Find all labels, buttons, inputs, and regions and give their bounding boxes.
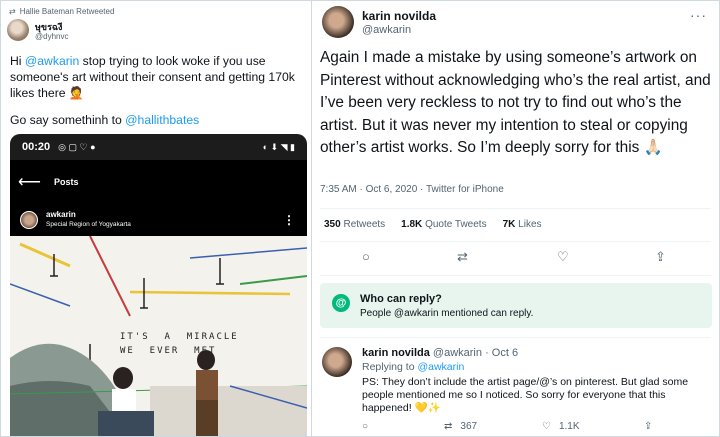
author-name[interactable]: karin novilda [362,9,436,23]
retweet-icon[interactable]: ⇄ [457,249,468,265]
avatar[interactable] [7,19,29,41]
retweet-icon: ⇄ [9,6,16,16]
post-username: awkarin [46,210,76,219]
retweet-header: ⇄ Hallie Bateman Retweeted [9,5,114,17]
back-arrow-icon: ⟵ [18,174,41,191]
reply-author-line: karin novilda @awkarin · Oct 6 [362,347,518,359]
reply-date: · Oct 6 [485,347,519,359]
tweet-actions: ○ ⇄ ♡ ⇪ [312,249,719,269]
divider [320,337,711,338]
like-icon[interactable]: ♡ [557,249,569,265]
more-icon[interactable]: ··· [690,7,707,23]
likes-label: Likes [518,219,542,230]
phone-nav-bar: ⟵ Posts [10,160,307,204]
author-handle[interactable]: @dyhnvc [35,32,68,41]
reply-icon[interactable]: ○ [362,421,368,432]
embedded-screenshot[interactable]: 00:20 ◎ ▢ ♡ ● ◐ ⬇ ◥ ▮ ⟵ Posts awkarin Sp… [10,134,307,436]
share-icon[interactable]: ⇪ [655,249,666,265]
reply-author-name[interactable]: karin novilda [362,347,430,359]
likes-stat[interactable]: 7K Likes [503,219,542,230]
who-can-reply-desc: People @awkarin mentioned can reply. [360,308,534,319]
avatar[interactable] [322,347,352,377]
notification-icons: ◎ ▢ ♡ ● [58,141,96,152]
retweet-icon: ⇄ [444,421,453,432]
at-icon: @ [332,294,350,312]
reply-text: PS: They don’t include the artist page/@… [362,376,689,414]
retweet-button[interactable]: ⇄ 367 [444,421,477,432]
retweets-label: Retweets [343,219,386,230]
phone-time: 00:20 [22,141,51,153]
tweet-stats: 350 Retweets 1.8K Quote Tweets 7K Likes [324,219,542,230]
right-tweet: karin novilda @awkarin ··· Again I made … [312,0,720,437]
left-tweet: ⇄ Hallie Bateman Retweeted ษุขรฉงี @dyhn… [0,0,312,437]
divider [320,275,711,276]
avatar[interactable] [322,6,354,38]
avatar [20,211,38,229]
tweet-text: Hi @awkarin stop trying to look woke if … [10,53,306,101]
mention-link[interactable]: @awkarin [417,361,464,373]
retweets-count: 350 [324,219,341,230]
reply-likes-count: 1.1K [558,421,580,432]
who-can-reply-box: @ Who can reply? People @awkarin mention… [320,283,712,328]
tweet-text-hi: Hi [10,54,25,68]
author-handle[interactable]: @awkarin [362,24,411,36]
nav-title: Posts [54,177,79,187]
mention-link[interactable]: @hallithbates [125,113,199,127]
retweets-stat[interactable]: 350 Retweets [324,219,385,230]
divider [320,208,711,209]
reply-actions: ○ ⇄ 367 ♡ 1.1K ⇪ [362,421,702,435]
post-location: Special Region of Yogyakarta [46,221,131,228]
post-header: awkarin Special Region of Yogyakarta ⋮ [10,204,307,236]
retweet-label: Hallie Bateman Retweeted [19,6,115,16]
artwork-caption: IT'S A MIRACLE WE EVER MET [120,332,239,356]
tweet-text-go: Go say somethinh to [10,113,126,127]
tweet-meta: 7:35 AM · Oct 6, 2020 · Twitter for iPho… [320,184,504,195]
mention-link[interactable]: @awkarin [25,54,79,68]
share-icon[interactable]: ⇪ [644,421,652,432]
quotes-label: Quote Tweets [425,219,487,230]
replying-to: Replying to @awkarin [362,361,464,373]
like-button[interactable]: ♡ 1.1K [542,421,580,432]
replying-prefix: Replying to [362,361,418,373]
likes-count: 7K [502,219,516,230]
who-can-reply-title: Who can reply? [360,293,442,305]
phone-status-bar: 00:20 ◎ ▢ ♡ ● ◐ ⬇ ◥ ▮ [10,134,307,160]
quotes-stat[interactable]: 1.8K Quote Tweets [401,219,486,230]
like-icon: ♡ [542,421,551,432]
tweet-text: Again I made a mistake by using someone’… [320,49,711,156]
artwork-image: IT'S A MIRACLE WE EVER MET [10,236,307,436]
more-vertical-icon: ⋮ [283,213,295,227]
post-user: awkarin Special Region of Yogyakarta [46,210,131,230]
system-icons: ◐ ⬇ ◥ ▮ [262,141,295,152]
quotes-count: 1.8K [401,219,423,230]
tweet-text-second: Go say somethinh to @hallithbates [10,113,199,127]
divider [320,241,711,242]
reply-author-handle[interactable]: @awkarin [433,347,482,359]
reply-retweets-count: 367 [460,421,478,432]
reply-icon[interactable]: ○ [362,249,370,264]
